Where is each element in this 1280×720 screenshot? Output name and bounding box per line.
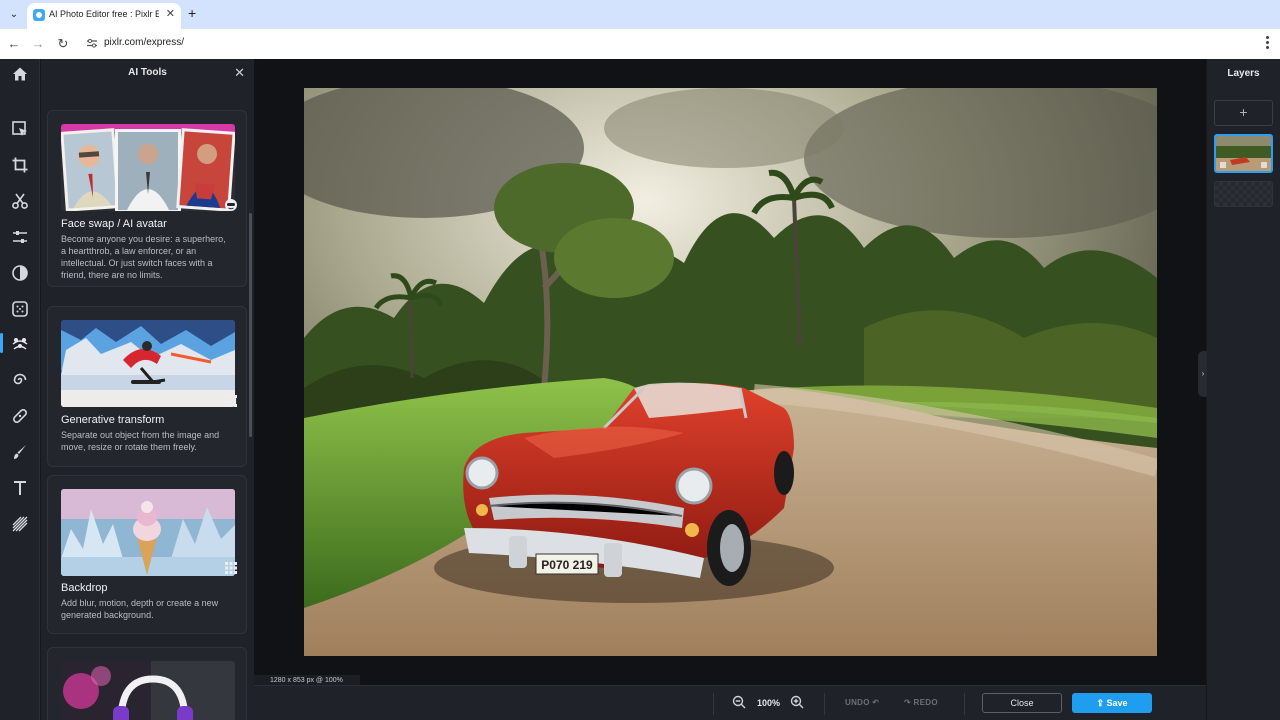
pixlr-app: AI Tools ✕ Face swap / AI avatar Become … [0,59,1280,720]
redo-button[interactable]: ↷ REDO [904,698,938,707]
site-info-icon[interactable] [86,37,98,49]
tool-rail [0,59,40,720]
close-icon[interactable]: ✕ [234,65,245,81]
save-label: Save [1106,698,1128,708]
save-button[interactable]: ⇪ Save [1072,693,1152,713]
panel-title: AI Tools [128,67,167,78]
layers-title: Layers [1227,68,1260,79]
browser-tab[interactable]: AI Photo Editor free : Pixlr Express ✕ [27,3,181,29]
card-title: Generative transform [61,414,165,426]
card-title: Backdrop [61,582,108,594]
divider [964,693,965,715]
image-layer-icon [1220,162,1226,168]
divider [713,693,714,715]
browser-menu-icon[interactable] [1266,36,1270,50]
transform-icon [225,395,237,407]
zoom-in-icon[interactable] [789,694,805,710]
card-face-swap[interactable]: Face swap / AI avatar Become anyone you … [47,110,247,287]
draw-icon[interactable] [0,437,40,467]
arrange-icon[interactable] [0,114,40,144]
bottom-toolbar: 100% UNDO ↶ ↷ REDO Close ⇪ Save [254,685,1206,720]
svg-text:P070 219: P070 219 [541,558,593,572]
undo-icon: ↶ [872,698,880,707]
lock-icon [1261,162,1267,168]
headphones-thumbnail [61,661,235,720]
layers-panel: Layers + [1207,59,1280,720]
undo-label: UNDO [845,698,870,707]
save-icon: ⇪ [1096,698,1104,708]
tab-list-button[interactable]: ⌄ [5,6,23,24]
redo-icon: ↷ [904,698,912,707]
tab-title: AI Photo Editor free : Pixlr Express [49,9,159,19]
backdrop-icon [225,562,237,574]
ai-tools-icon[interactable] [0,328,40,358]
cutout-icon[interactable] [0,186,40,216]
crop-icon[interactable] [0,150,40,180]
elements-icon[interactable] [0,509,40,539]
url-text[interactable]: pixlr.com/express/ [104,37,184,48]
address-bar: ← → ↻ pixlr.com/express/ [0,29,1280,59]
home-icon[interactable] [0,59,40,89]
close-button[interactable]: Close [982,693,1062,713]
face-swap-thumbnail [61,124,235,211]
backdrop-thumbnail [61,489,235,576]
effect-icon[interactable] [0,294,40,324]
photo-classic-red-car[interactable]: P070 219 [304,88,1157,656]
filter-icon[interactable] [0,258,40,288]
card-generative-transform[interactable]: Generative transform Separate out object… [47,306,247,467]
card-description: Separate out object from the image and m… [61,430,220,452]
new-tab-button[interactable]: + [188,5,196,21]
generative-transform-thumbnail [61,320,235,407]
card-description: Add blur, motion, depth or create a new … [61,598,219,620]
zoom-level[interactable]: 100% [757,698,780,708]
divider [824,693,825,715]
liquify-icon[interactable] [0,365,40,395]
adjust-icon[interactable] [0,222,40,252]
redo-label: REDO [913,698,938,707]
card-backdrop[interactable]: Backdrop Add blur, motion, depth or crea… [47,475,247,634]
text-icon[interactable] [0,473,40,503]
add-layer-button[interactable]: + [1214,100,1273,126]
canvas-workspace[interactable]: P070 219 [254,59,1206,685]
face-swap-icon [225,199,237,211]
card-partial[interactable] [47,647,247,720]
browser-tab-strip: ⌄ AI Photo Editor free : Pixlr Express ✕… [0,0,1280,29]
card-description: Become anyone you desire: a superhero, a… [61,234,226,280]
panel-scroll-area[interactable]: Face swap / AI avatar Become anyone you … [41,89,254,720]
reload-icon[interactable]: ↻ [55,36,71,52]
pixlr-favicon-icon [33,9,45,21]
card-title: Face swap / AI avatar [61,218,167,230]
retouch-icon[interactable] [0,401,40,431]
ai-tools-panel: AI Tools ✕ Face swap / AI avatar Become … [41,59,254,720]
forward-icon[interactable]: → [30,36,46,51]
zoom-out-icon[interactable] [731,694,747,710]
empty-layer-slot[interactable] [1214,181,1273,207]
back-icon[interactable]: ← [6,36,22,51]
panel-scrollbar[interactable] [249,213,252,437]
tab-close-icon[interactable]: ✕ [166,7,175,20]
layer-thumbnail[interactable] [1214,134,1273,173]
undo-button[interactable]: UNDO ↶ [845,698,879,707]
